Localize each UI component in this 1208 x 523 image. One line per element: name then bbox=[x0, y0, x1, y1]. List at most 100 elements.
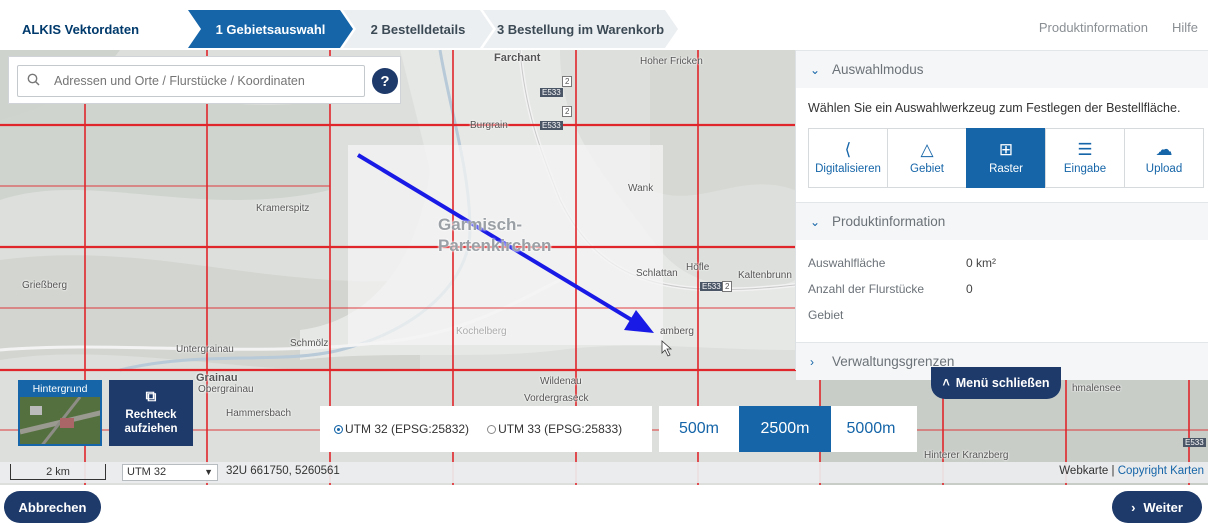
crs-dropdown[interactable]: UTM 32 ▼ bbox=[122, 464, 218, 481]
copyright-link[interactable]: Copyright Karten bbox=[1118, 465, 1204, 477]
map-label: Farchant bbox=[494, 52, 541, 64]
triangle-icon: △ bbox=[920, 140, 934, 159]
search-icon bbox=[18, 73, 48, 89]
tool-label: Raster bbox=[989, 163, 1023, 175]
step-3-cart[interactable]: 3 Bestellung im Warenkorb bbox=[483, 10, 678, 48]
grid-icon: ⊞ bbox=[998, 140, 1014, 159]
section-title: Produktinformation bbox=[832, 214, 946, 229]
cancel-button[interactable]: Abbrechen bbox=[4, 491, 101, 523]
chevron-up-icon: ˄ bbox=[942, 376, 950, 390]
map-label: Untergrainau bbox=[176, 344, 234, 355]
map-label-town: Garmisch- bbox=[438, 215, 523, 234]
tool-upload-button[interactable]: ☁ Upload bbox=[1124, 128, 1204, 188]
road-shield: E533 bbox=[540, 121, 563, 130]
info-value: 0 bbox=[966, 282, 973, 296]
road-shield: E533 bbox=[700, 282, 723, 291]
background-label: Hintergrund bbox=[20, 382, 100, 397]
crs-value: UTM 32 bbox=[127, 466, 167, 478]
side-panel: ⌄ Auswahlmodus Wählen Sie ein Auswahlwer… bbox=[795, 50, 1208, 380]
tool-area-button[interactable]: △ Gebiet bbox=[887, 128, 967, 188]
projection-option-utm32[interactable]: UTM 32 (EPSG:25832) bbox=[334, 422, 469, 436]
radio-selected[interactable] bbox=[334, 425, 343, 435]
map-label: Hammersbach bbox=[226, 408, 292, 419]
chevron-right-icon: › bbox=[810, 354, 814, 369]
chevron-right-icon: › bbox=[1131, 499, 1136, 515]
product-info-link[interactable]: Produktinformation bbox=[1039, 20, 1148, 35]
step-breadcrumb: ALKIS Vektordaten 1 Gebietsauswahl 2 Bes… bbox=[10, 10, 678, 48]
section-title: Auswahlmodus bbox=[832, 62, 924, 77]
section-selection-mode[interactable]: ⌄ Auswahlmodus bbox=[796, 50, 1208, 88]
help-button[interactable]: ? bbox=[372, 68, 398, 94]
map-label: Hinterer Kranzberg bbox=[924, 450, 1009, 461]
tool-digitize-button[interactable]: ⟨ Digitalisieren bbox=[808, 128, 888, 188]
list-icon: ☰ bbox=[1077, 140, 1093, 159]
grid-size-2500m[interactable]: 2500m bbox=[739, 406, 831, 452]
rect-label: aufziehen bbox=[124, 423, 178, 435]
next-button[interactable]: › Weiter bbox=[1112, 491, 1202, 523]
map-label: Vordergraseck bbox=[524, 393, 589, 404]
search-input[interactable] bbox=[48, 74, 348, 88]
background-layer-button[interactable]: Hintergrund bbox=[18, 380, 102, 446]
section-product-info[interactable]: ⌄ Produktinformation bbox=[796, 202, 1208, 240]
map-label: Wildenau bbox=[540, 376, 582, 387]
help-link[interactable]: Hilfe bbox=[1172, 20, 1198, 35]
rect-label: Rechteck bbox=[125, 409, 177, 421]
app-title: ALKIS Vektordaten bbox=[10, 10, 190, 48]
map-label: Burgrain bbox=[470, 120, 508, 131]
step-1-area-selection[interactable]: 1 Gebietsauswahl bbox=[188, 10, 353, 48]
info-value: 0 km² bbox=[966, 256, 996, 270]
road-number: 2 bbox=[562, 76, 573, 87]
map-label: Hoher Fricken bbox=[640, 56, 703, 67]
coordinate-readout: 32U 661750, 5260561 bbox=[226, 465, 340, 477]
footer: Abbrechen › Weiter bbox=[0, 485, 1208, 523]
map-label: Schmölz bbox=[290, 338, 329, 349]
radio-label: UTM 32 (EPSG:25832) bbox=[345, 422, 470, 436]
tool-input-button[interactable]: ☰ Eingabe bbox=[1045, 128, 1125, 188]
step-2-order-details[interactable]: 2 Bestelldetails bbox=[343, 10, 493, 48]
map-label: hmalensee bbox=[1072, 383, 1121, 394]
draw-rectangle-button[interactable]: ⧉ Rechteck aufziehen bbox=[109, 380, 193, 446]
tool-label: Eingabe bbox=[1063, 163, 1107, 175]
road-number: 2 bbox=[562, 106, 573, 117]
radio-unselected[interactable] bbox=[487, 425, 497, 435]
grid-size-5000m[interactable]: 5000m bbox=[831, 406, 911, 452]
map-label: Grießberg bbox=[22, 280, 68, 291]
map-label: Grainau bbox=[196, 372, 238, 384]
top-bar: ALKIS Vektordaten 1 Gebietsauswahl 2 Bes… bbox=[0, 0, 1208, 50]
map-label-town: Partenkirchen bbox=[438, 236, 552, 255]
road-shield: E533 bbox=[1183, 438, 1206, 447]
road-shield: E533 bbox=[540, 88, 563, 97]
selection-tools: ⟨ Digitalisieren △ Gebiet ⊞ Raster ☰ Ein… bbox=[808, 128, 1208, 188]
external-link-icon: ⧉ bbox=[145, 388, 157, 405]
road-number: 2 bbox=[722, 281, 733, 292]
next-label: Weiter bbox=[1143, 499, 1183, 515]
grid-size-selector: 500m 2500m 5000m bbox=[659, 406, 917, 452]
info-row-area: Auswahlfläche 0 km² bbox=[796, 250, 1208, 276]
status-bar: 2 km UTM 32 ▼ 32U 661750, 5260561 Webkar… bbox=[0, 462, 1208, 483]
radio-label: UTM 33 (EPSG:25833) bbox=[498, 422, 623, 436]
search-field[interactable] bbox=[17, 65, 365, 97]
map-label: Kaltenbrunn bbox=[738, 270, 792, 281]
scale-bar: 2 km bbox=[10, 464, 106, 480]
selection-description: Wählen Sie ein Auswahlwerkzeug zum Festl… bbox=[808, 101, 1181, 115]
info-row-parcels: Anzahl der Flurstücke 0 bbox=[796, 276, 1208, 302]
tool-grid-button[interactable]: ⊞ Raster bbox=[966, 128, 1046, 188]
map-label: Schlattan bbox=[636, 268, 678, 279]
menu-close-label: Menü schließen bbox=[955, 376, 1050, 390]
map-label: amberg bbox=[660, 326, 694, 337]
search-box: ? bbox=[8, 56, 401, 104]
info-key: Auswahlfläche bbox=[808, 256, 886, 270]
attribution-separator: | bbox=[1111, 465, 1115, 477]
projection-option-utm33[interactable]: UTM 33 (EPSG:25833) bbox=[487, 422, 622, 436]
info-row-region: Gebiet bbox=[796, 302, 1208, 328]
share-icon: ⟨ bbox=[844, 140, 852, 159]
tool-label: Gebiet bbox=[910, 163, 944, 175]
grid-size-500m[interactable]: 500m bbox=[659, 406, 739, 452]
map-label: Obergrainau bbox=[198, 384, 254, 395]
map-label: Kochelberg bbox=[456, 326, 507, 337]
projection-selector: UTM 32 (EPSG:25832) UTM 33 (EPSG:25833) bbox=[320, 406, 652, 452]
chevron-down-icon: ⌄ bbox=[810, 214, 821, 229]
tool-label: Digitalisieren bbox=[815, 163, 881, 175]
menu-close-button[interactable]: ˄ Menü schließen bbox=[931, 367, 1061, 399]
cloud-upload-icon: ☁ bbox=[1155, 140, 1173, 159]
